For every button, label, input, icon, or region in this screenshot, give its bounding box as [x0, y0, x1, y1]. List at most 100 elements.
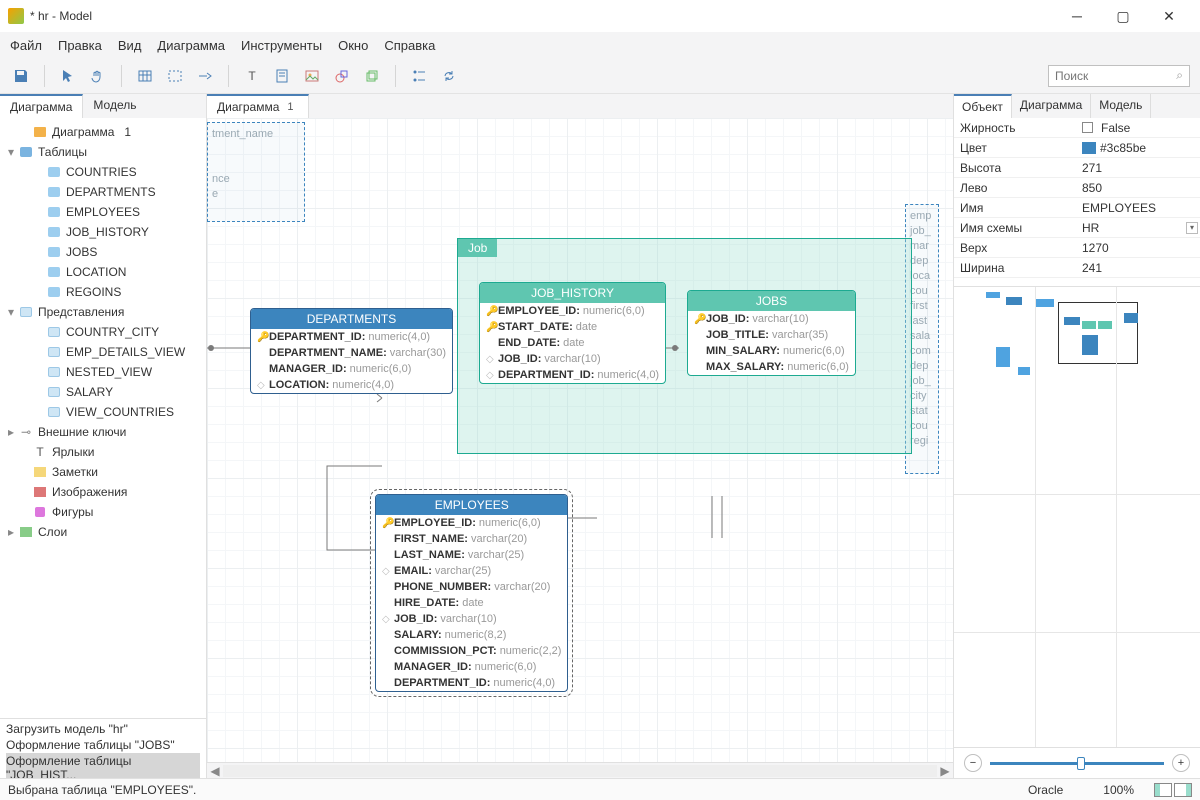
menu-tools[interactable]: Инструменты: [241, 38, 322, 53]
table-job_history[interactable]: JOB_HISTORY🔑EMPLOYEE_ID:numeric(6,0)🔑STA…: [479, 282, 666, 384]
history-item[interactable]: Оформление таблицы "JOB_HIST...: [6, 753, 200, 778]
layer-icon[interactable]: [361, 65, 383, 87]
sync-icon[interactable]: [438, 65, 460, 87]
property-row[interactable]: ИмяEMPLOYEES: [954, 198, 1200, 218]
tree-item[interactable]: REGOINS: [4, 282, 202, 302]
tree-panel: Диаграмма 1▾ТаблицыCOUNTRIESDEPARTMENTSE…: [0, 118, 206, 718]
layout-icon[interactable]: [1174, 783, 1192, 797]
table-jobs[interactable]: JOBS🔑JOB_ID:varchar(10)JOB_TITLE:varchar…: [687, 290, 856, 376]
center-tab-diagram[interactable]: Диаграмма 1: [207, 94, 309, 118]
table-column: END_DATE:date: [480, 335, 665, 351]
scroll-left-icon[interactable]: ◀: [207, 764, 223, 778]
scroll-right-icon[interactable]: ▶: [937, 764, 953, 778]
tree-item[interactable]: JOBS: [4, 242, 202, 262]
property-row[interactable]: Высота271: [954, 158, 1200, 178]
table-header: JOBS: [688, 291, 855, 311]
tree-item[interactable]: COUNTRIES: [4, 162, 202, 182]
maximize-button[interactable]: ▢: [1100, 2, 1146, 30]
tree-item[interactable]: Заметки: [4, 462, 202, 482]
property-row[interactable]: Имя схемыHR▾: [954, 218, 1200, 238]
zoom-slider[interactable]: [990, 762, 1164, 765]
right-tab-model[interactable]: Модель: [1091, 94, 1151, 118]
tree-item[interactable]: EMPLOYEES: [4, 202, 202, 222]
layout-icon[interactable]: [1154, 783, 1172, 797]
menu-view[interactable]: Вид: [118, 38, 142, 53]
table-header: JOB_HISTORY: [480, 283, 665, 303]
tree-item[interactable]: LOCATION: [4, 262, 202, 282]
tree-item[interactable]: Диаграмма 1: [4, 122, 202, 142]
menu-file[interactable]: Файл: [10, 38, 42, 53]
property-row[interactable]: Цвет#3c85be: [954, 138, 1200, 158]
ghost-table-left: tment_name ncee: [207, 122, 305, 222]
right-tab-diagram[interactable]: Диаграмма: [1012, 94, 1091, 118]
tree-item[interactable]: EMP_DETAILS_VIEW: [4, 342, 202, 362]
left-tab-diagram[interactable]: Диаграмма: [0, 94, 83, 118]
menu-window[interactable]: Окно: [338, 38, 368, 53]
left-tab-model[interactable]: Модель: [83, 94, 146, 118]
history-item[interactable]: Оформление таблицы "JOBS": [6, 737, 200, 753]
tree-item[interactable]: SALARY: [4, 382, 202, 402]
minimize-button[interactable]: ─: [1054, 2, 1100, 30]
tree-item[interactable]: ▾Представления: [4, 302, 202, 322]
table-icon[interactable]: [134, 65, 156, 87]
zoom-out-button[interactable]: −: [964, 754, 982, 772]
property-row[interactable]: Верх1270: [954, 238, 1200, 258]
app-icon: [8, 8, 24, 24]
property-row[interactable]: Ширина241: [954, 258, 1200, 278]
save-icon[interactable]: [10, 65, 32, 87]
status-zoom: 100%: [1103, 783, 1134, 797]
image-icon[interactable]: [301, 65, 323, 87]
tree-item[interactable]: NESTED_VIEW: [4, 362, 202, 382]
search-box[interactable]: ⌕: [1048, 65, 1190, 87]
tree-item[interactable]: VIEW_COUNTRIES: [4, 402, 202, 422]
menu-edit[interactable]: Правка: [58, 38, 102, 53]
window-title: * hr - Model: [30, 9, 1054, 23]
table-employees[interactable]: EMPLOYEES🔑EMPLOYEE_ID:numeric(6,0)FIRST_…: [375, 494, 568, 692]
tree-item[interactable]: COUNTRY_CITY: [4, 322, 202, 342]
tree-item[interactable]: Изображения: [4, 482, 202, 502]
pointer-icon[interactable]: [57, 65, 79, 87]
search-input[interactable]: [1055, 69, 1176, 83]
table-column: HIRE_DATE:date: [376, 595, 567, 611]
table-header: DEPARTMENTS: [251, 309, 452, 329]
text-icon[interactable]: T: [241, 65, 263, 87]
history-panel: Загрузить модель "hr" Оформление таблицы…: [0, 718, 206, 778]
menu-help[interactable]: Справка: [384, 38, 435, 53]
status-text: Выбрана таблица "EMPLOYEES".: [8, 783, 196, 797]
horizontal-scrollbar[interactable]: ◀ ▶: [207, 762, 953, 778]
table-header: EMPLOYEES: [376, 495, 567, 515]
hand-icon[interactable]: [87, 65, 109, 87]
note-icon[interactable]: [271, 65, 293, 87]
tree-item[interactable]: ▸Слои: [4, 522, 202, 542]
close-button[interactable]: ✕: [1146, 2, 1192, 30]
table-column: MANAGER_ID:numeric(6,0): [251, 361, 452, 377]
right-tab-object[interactable]: Объект: [954, 94, 1012, 118]
tree-item[interactable]: JOB_HISTORY: [4, 222, 202, 242]
table-column: MAX_SALARY:numeric(6,0): [688, 359, 855, 375]
tree-item[interactable]: Фигуры: [4, 502, 202, 522]
table-column: DEPARTMENT_NAME:varchar(30): [251, 345, 452, 361]
center-tab-badge: 1: [287, 101, 293, 113]
zoom-in-button[interactable]: +: [1172, 754, 1190, 772]
tree-item[interactable]: ▾Таблицы: [4, 142, 202, 162]
shape-icon[interactable]: [331, 65, 353, 87]
tree-item[interactable]: ▸⊸Внешние ключи: [4, 422, 202, 442]
relation-icon[interactable]: [194, 65, 216, 87]
table-column: ◇LOCATION:numeric(4,0): [251, 377, 452, 393]
property-row[interactable]: Лево850: [954, 178, 1200, 198]
table-column: LAST_NAME:varchar(25): [376, 547, 567, 563]
search-icon: ⌕: [1176, 68, 1183, 83]
history-item[interactable]: Загрузить модель "hr": [6, 721, 200, 737]
property-row[interactable]: ЖирностьFalse: [954, 118, 1200, 138]
select-area-icon[interactable]: [164, 65, 186, 87]
table-column: 🔑EMPLOYEE_ID:numeric(6,0): [376, 515, 567, 531]
minimap[interactable]: [954, 286, 1200, 748]
table-column: 🔑JOB_ID:varchar(10): [688, 311, 855, 327]
tree-item[interactable]: DEPARTMENTS: [4, 182, 202, 202]
zoom-control: − +: [954, 748, 1200, 778]
tree-item[interactable]: TЯрлыки: [4, 442, 202, 462]
table-departments[interactable]: DEPARTMENTS🔑DEPARTMENT_ID:numeric(4,0)DE…: [250, 308, 453, 394]
diagram-canvas[interactable]: tment_name ncee empjob_mardeplocacoufirs…: [207, 118, 953, 762]
options-icon[interactable]: [408, 65, 430, 87]
menu-diagram[interactable]: Диаграмма: [157, 38, 225, 53]
